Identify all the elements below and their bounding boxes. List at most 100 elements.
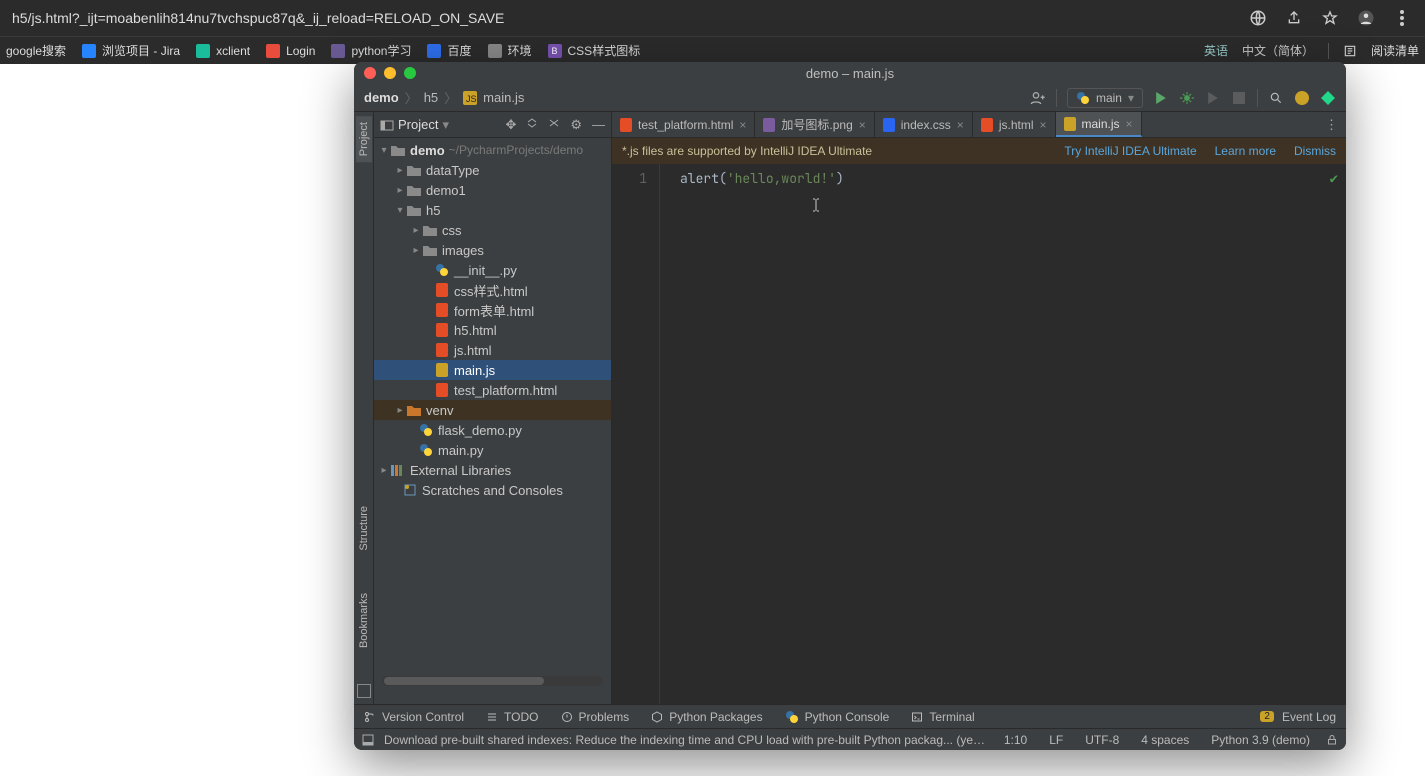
- status-bar: Download pre-built shared indexes: Reduc…: [354, 728, 1346, 750]
- editor-tab[interactable]: 加号图标.png×: [755, 112, 874, 137]
- status-caret-pos[interactable]: 1:10: [998, 733, 1033, 747]
- tool-problems[interactable]: Problems: [561, 710, 630, 724]
- event-log-badge: 2: [1260, 711, 1274, 722]
- tool-tab-bookmarks[interactable]: Bookmarks: [356, 587, 372, 654]
- lang-dst: 中文（简体）: [1242, 42, 1314, 59]
- status-message: Download pre-built shared indexes: Reduc…: [384, 733, 988, 747]
- tabs-more-icon[interactable]: ⋮: [1317, 112, 1346, 137]
- status-interpreter[interactable]: Python 3.9 (demo): [1205, 733, 1316, 747]
- bookmark-item[interactable]: 百度: [427, 42, 471, 59]
- banner-learn-link[interactable]: Learn more: [1215, 144, 1276, 158]
- tool-terminal[interactable]: Terminal: [911, 710, 974, 724]
- bookmark-item[interactable]: python学习: [331, 42, 411, 59]
- status-indent[interactable]: 4 spaces: [1135, 733, 1195, 747]
- python-icon: [1076, 91, 1090, 105]
- tool-version-control[interactable]: Version Control: [364, 710, 464, 724]
- chevron-down-icon: ▾: [1128, 91, 1134, 105]
- expand-all-icon[interactable]: [526, 117, 538, 133]
- close-tab-icon[interactable]: ×: [1039, 118, 1046, 132]
- js-file-icon: JS: [463, 91, 477, 105]
- editor-tab-active[interactable]: main.js×: [1056, 112, 1142, 137]
- project-panel-header: Project ▾ ✥ ⚙ —: [374, 112, 611, 138]
- tree-selected-file[interactable]: main.js: [374, 360, 611, 380]
- menu-dots-icon[interactable]: [1393, 9, 1411, 27]
- hide-panel-icon[interactable]: —: [592, 117, 605, 133]
- close-tab-icon[interactable]: ×: [1126, 117, 1133, 131]
- locate-icon[interactable]: ✥: [505, 117, 516, 133]
- close-icon[interactable]: [364, 67, 376, 79]
- editor-tabs: test_platform.html× 加号图标.png× index.css×…: [612, 112, 1346, 138]
- code-editor[interactable]: 1 alert('hello,world!') ✔: [612, 164, 1346, 704]
- window-controls[interactable]: [364, 67, 416, 79]
- ide-window: demo – main.js demo 〉 h5 〉 JS main.js ma…: [354, 62, 1346, 750]
- tool-python-console[interactable]: Python Console: [785, 710, 890, 724]
- bookmark-item[interactable]: google搜索: [6, 42, 66, 59]
- collapse-all-icon[interactable]: [548, 117, 560, 133]
- tool-tab-project[interactable]: Project: [356, 116, 372, 162]
- js-file-icon: [1064, 117, 1076, 131]
- maximize-icon[interactable]: [404, 67, 416, 79]
- star-icon[interactable]: [1321, 9, 1339, 27]
- py-file-icon: [434, 263, 450, 277]
- libraries-icon: [390, 463, 406, 477]
- run-icon[interactable]: [1153, 90, 1169, 106]
- editor-tab[interactable]: test_platform.html×: [612, 112, 755, 137]
- bookmark-item[interactable]: 环境: [488, 42, 532, 59]
- bookmark-item[interactable]: xclient: [196, 44, 250, 58]
- status-encoding[interactable]: UTF-8: [1079, 733, 1125, 747]
- status-line-sep[interactable]: LF: [1043, 733, 1069, 747]
- search-icon[interactable]: [1268, 90, 1284, 106]
- scratches-icon: [402, 483, 418, 497]
- tree-venv[interactable]: ▸venv: [374, 400, 611, 420]
- bookmark-item[interactable]: Login: [266, 44, 315, 58]
- code-with-me-icon[interactable]: [1320, 90, 1336, 106]
- tree-horizontal-scrollbar[interactable]: [382, 676, 603, 686]
- inspection-ok-icon[interactable]: ✔: [1330, 170, 1338, 188]
- tool-event-log[interactable]: Event Log: [1282, 710, 1336, 724]
- gear-icon[interactable]: ⚙: [570, 117, 582, 133]
- code-line[interactable]: alert('hello,world!'): [660, 164, 844, 704]
- bookmarks-bar: google搜索 浏览项目 - Jira xclient Login pytho…: [0, 36, 1425, 64]
- folder-icon: [422, 223, 438, 237]
- tool-todo[interactable]: TODO: [486, 710, 538, 724]
- minimize-icon[interactable]: [384, 67, 396, 79]
- tool-window-toggle-icon[interactable]: [357, 684, 371, 698]
- run-config-selector[interactable]: main ▾: [1067, 88, 1143, 108]
- project-tree[interactable]: ▾demo~/PycharmProjects/demo ▸dataType ▸d…: [374, 138, 611, 704]
- navigation-bar: demo 〉 h5 〉 JS main.js main ▾: [354, 84, 1346, 112]
- lock-icon[interactable]: [1326, 734, 1338, 746]
- tool-tab-structure[interactable]: Structure: [356, 500, 372, 557]
- banner-dismiss-link[interactable]: Dismiss: [1294, 144, 1336, 158]
- close-tab-icon[interactable]: ×: [739, 118, 746, 132]
- close-tab-icon[interactable]: ×: [957, 118, 964, 132]
- share-icon[interactable]: [1285, 9, 1303, 27]
- editor-tab[interactable]: index.css×: [875, 112, 973, 137]
- translate-icon[interactable]: [1249, 9, 1267, 27]
- bottom-tool-bar: Version Control TODO Problems Python Pac…: [354, 704, 1346, 728]
- editor-tab[interactable]: js.html×: [973, 112, 1056, 137]
- py-file-icon: [418, 443, 434, 457]
- bookmark-item[interactable]: BCSS样式图标: [548, 42, 641, 59]
- ultimate-banner: *.js files are supported by IntelliJ IDE…: [612, 138, 1346, 164]
- reading-list-label[interactable]: 阅读清单: [1371, 42, 1419, 59]
- banner-message: *.js files are supported by IntelliJ IDE…: [622, 144, 872, 158]
- updates-icon[interactable]: [1294, 90, 1310, 106]
- bookmark-item[interactable]: 浏览项目 - Jira: [82, 42, 180, 59]
- reading-list-icon[interactable]: [1343, 44, 1357, 58]
- left-tool-gutter: Project Structure Bookmarks: [354, 112, 374, 704]
- add-user-icon[interactable]: [1030, 90, 1046, 106]
- py-file-icon: [418, 423, 434, 437]
- banner-try-link[interactable]: Try IntelliJ IDEA Ultimate: [1064, 144, 1196, 158]
- svg-text:JS: JS: [466, 94, 477, 104]
- status-bar-toggle-icon[interactable]: [362, 734, 374, 746]
- html-file-icon: [434, 303, 450, 317]
- titlebar[interactable]: demo – main.js: [354, 62, 1346, 84]
- profile-icon[interactable]: [1357, 9, 1375, 27]
- tool-python-packages[interactable]: Python Packages: [651, 710, 762, 724]
- line-number: 1: [612, 164, 660, 704]
- debug-icon[interactable]: [1179, 90, 1195, 106]
- stop-icon[interactable]: [1231, 90, 1247, 106]
- run-with-coverage-icon[interactable]: [1205, 90, 1221, 106]
- close-tab-icon[interactable]: ×: [859, 118, 866, 132]
- breadcrumb[interactable]: demo 〉 h5 〉 JS main.js: [364, 88, 524, 107]
